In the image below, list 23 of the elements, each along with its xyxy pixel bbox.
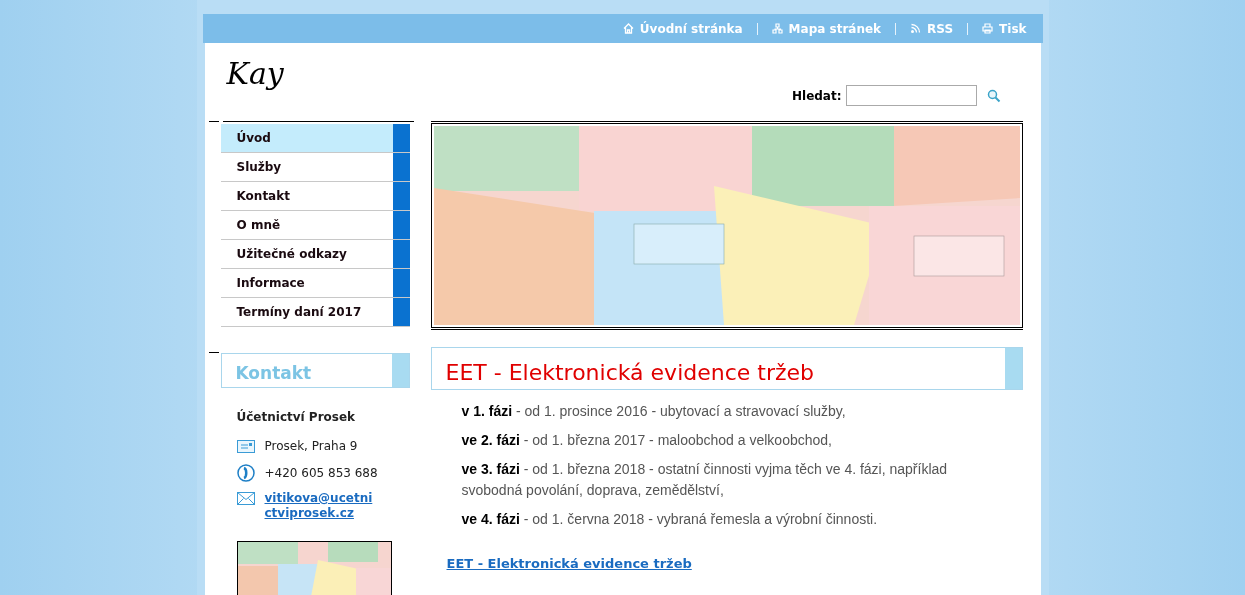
phase-text: ve 4. fázi - od 1. června 2018 - vybraná řemesla a výrobní činnosti.	[461, 510, 879, 529]
search-icon[interactable]	[986, 88, 1001, 103]
phone-icon	[236, 464, 255, 482]
article-heading: EET - Elektronická evidence tržeb	[445, 362, 815, 387]
search-label: Hledat:	[791, 87, 842, 105]
rss-icon	[910, 23, 922, 34]
envelope-icon	[236, 492, 255, 505]
phase-text: ve 3. fázi - od 1. března 2018 - ostatní činnosti vyjma těch ve 4. fázi, například svobodná povolání, doprava, zemědělství,	[461, 460, 949, 500]
sidebar-heading: Kontakt	[235, 365, 312, 385]
logo[interactable]: Kay	[226, 59, 284, 89]
address-text: Prosek, Praha 9	[264, 438, 358, 455]
phase-text: v 1. fázi - od 1. prosince 2016 - ubytovací a stravovací služby,	[461, 402, 847, 421]
phase-text: ve 2. fázi - od 1. března 2017 - maloobchod a velkoobchod,	[461, 431, 833, 450]
printer-icon	[982, 23, 994, 34]
sitemap-icon	[771, 23, 783, 34]
email-link[interactable]: vitikova@ucetnictviprosek.cz	[264, 491, 377, 521]
address-card-icon	[236, 439, 255, 453]
company-name: Účetnictví Prosek	[236, 408, 357, 426]
phone-number: +420 605 853 688	[264, 465, 378, 482]
home-icon	[622, 23, 634, 34]
search-field[interactable]	[845, 85, 977, 106]
article-link[interactable]: EET - Elektronická evidence tržeb	[446, 554, 692, 574]
nav-item[interactable]: Úvod	[220, 124, 393, 152]
